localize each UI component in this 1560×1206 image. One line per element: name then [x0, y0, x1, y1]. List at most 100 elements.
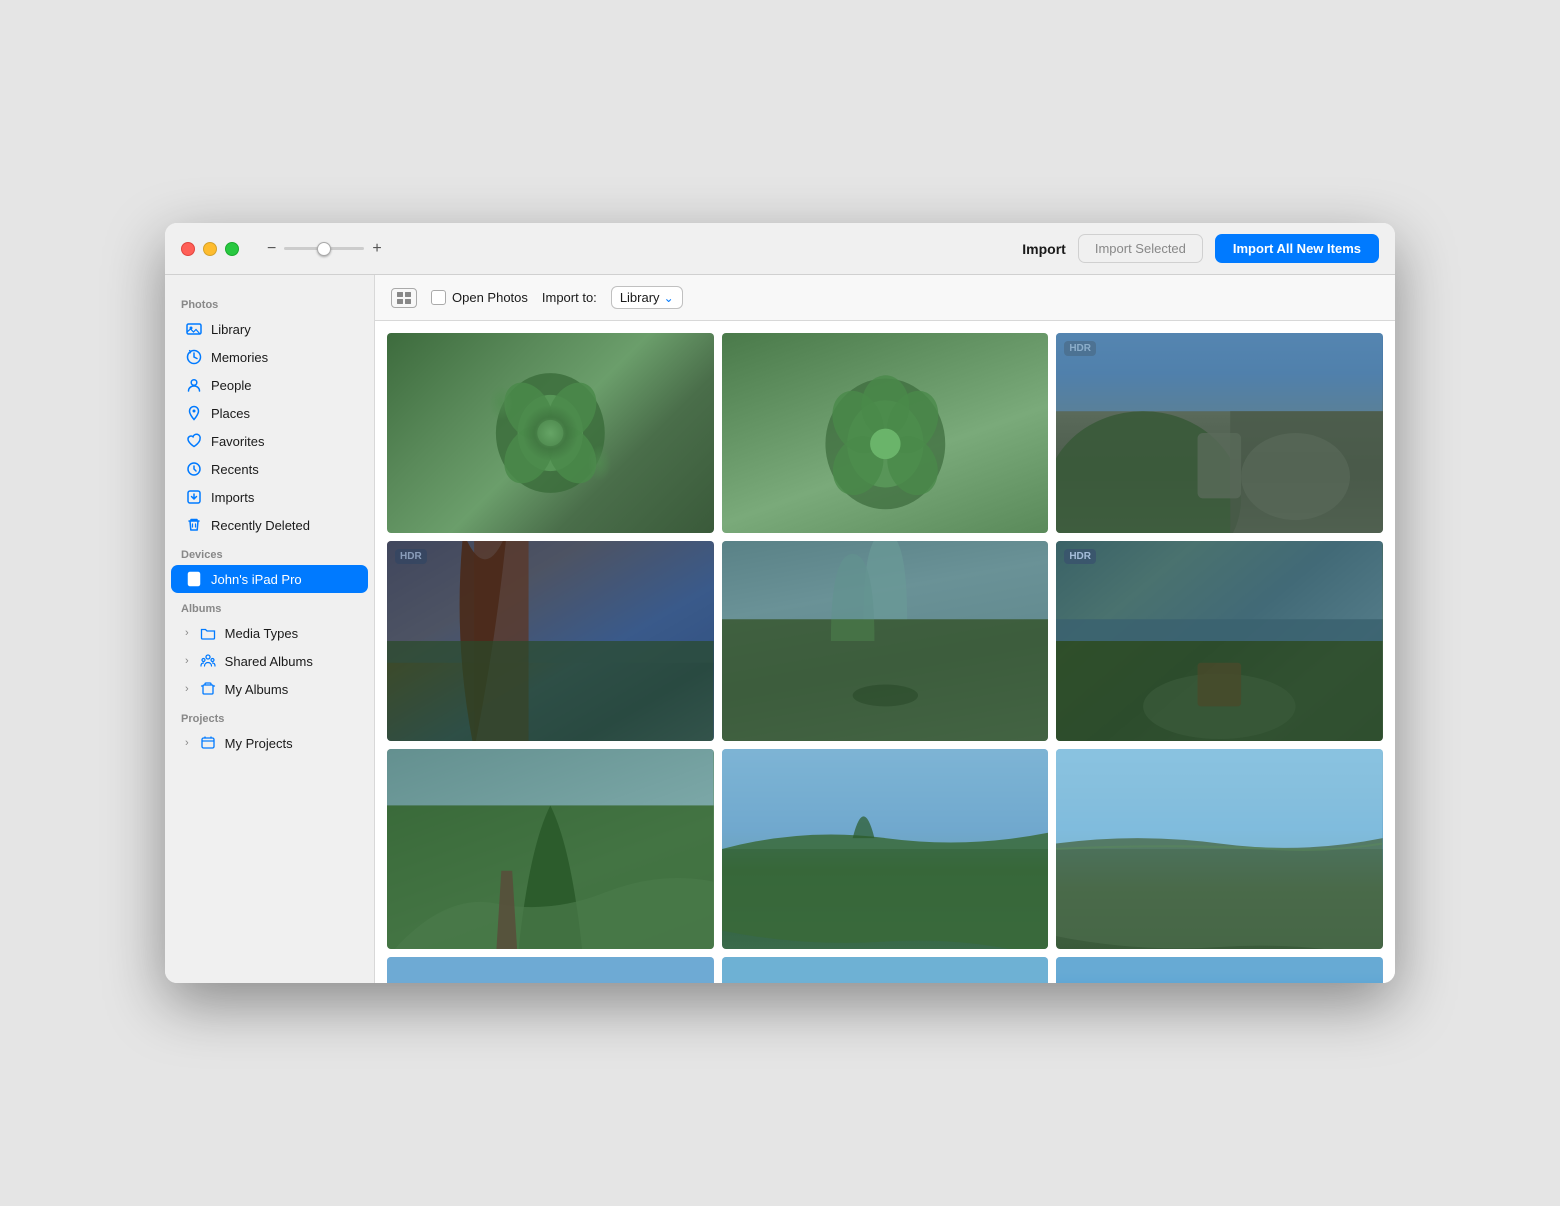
import-all-button[interactable]: Import All New Items	[1215, 234, 1379, 263]
library-select[interactable]: Library ⌄	[611, 286, 683, 309]
sidebar: Photos Library	[165, 275, 375, 983]
memories-icon	[185, 348, 203, 366]
hdr-badge-3: HDR	[1064, 341, 1096, 356]
projects-icon	[199, 734, 217, 752]
section-label-photos: Photos	[165, 289, 374, 315]
open-photos-checkbox[interactable]	[431, 290, 446, 305]
photo-cell-2[interactable]	[722, 333, 1049, 533]
sidebar-label-places: Places	[211, 406, 250, 421]
chevron-down-icon: ⌄	[664, 291, 674, 305]
close-button[interactable]	[181, 242, 195, 256]
sidebar-item-memories[interactable]: Memories	[171, 343, 368, 371]
main-content: Photos Library	[165, 275, 1395, 983]
photo-cell-6[interactable]: HDR	[1056, 541, 1383, 741]
sidebar-section-albums: Albums › Media Types ›	[165, 593, 374, 703]
sidebar-item-places[interactable]: Places	[171, 399, 368, 427]
sidebar-item-imports[interactable]: Imports	[171, 483, 368, 511]
sidebar-item-library[interactable]: Library	[171, 315, 368, 343]
sidebar-item-ipad-pro[interactable]: John's iPad Pro	[171, 565, 368, 593]
photo-cell-5[interactable]	[722, 541, 1049, 741]
sidebar-item-my-albums[interactable]: › My Albums	[171, 675, 368, 703]
sidebar-label-shared-albums: Shared Albums	[225, 654, 313, 669]
open-photos-label: Open Photos	[452, 290, 528, 305]
photo-cell-12[interactable]	[1056, 957, 1383, 983]
sidebar-label-recents: Recents	[211, 462, 259, 477]
sidebar-label-memories: Memories	[211, 350, 268, 365]
photo-overlay-11	[722, 957, 1049, 983]
import-selected-button[interactable]: Import Selected	[1078, 234, 1203, 263]
photo-overlay-10	[387, 957, 714, 983]
photo-overlay-7	[387, 749, 714, 949]
photo-overlay-9	[1056, 749, 1383, 949]
photo-cell-8[interactable]	[722, 749, 1049, 949]
library-icon	[185, 320, 203, 338]
main-window: − + Import Import Selected Import All Ne…	[165, 223, 1395, 983]
sidebar-label-ipad-pro: John's iPad Pro	[211, 572, 302, 587]
sidebar-item-favorites[interactable]: Favorites	[171, 427, 368, 455]
expand-icon: ›	[185, 627, 189, 639]
photo-overlay-12	[1056, 957, 1383, 983]
photo-overlay-5	[722, 541, 1049, 741]
sidebar-item-shared-albums[interactable]: › Shared Albums	[171, 647, 368, 675]
photo-cell-4[interactable]: HDR	[387, 541, 714, 741]
recents-icon	[185, 460, 203, 478]
sidebar-label-recently-deleted: Recently Deleted	[211, 518, 310, 533]
photo-overlay-8	[722, 749, 1049, 949]
grid-view-button[interactable]	[391, 288, 417, 308]
titlebar: − + Import Import Selected Import All Ne…	[165, 223, 1395, 275]
hdr-badge-4: HDR	[395, 549, 427, 564]
shared-icon	[199, 652, 217, 670]
sidebar-label-imports: Imports	[211, 490, 254, 505]
albums-icon	[199, 680, 217, 698]
photo-overlay-2	[722, 333, 1049, 533]
favorites-icon	[185, 432, 203, 450]
photo-overlay-1	[387, 333, 714, 533]
sidebar-item-people[interactable]: People	[171, 371, 368, 399]
places-icon	[185, 404, 203, 422]
photo-cell-9[interactable]	[1056, 749, 1383, 949]
minimize-button[interactable]	[203, 242, 217, 256]
sidebar-label-my-albums: My Albums	[225, 682, 289, 697]
sidebar-item-recents[interactable]: Recents	[171, 455, 368, 483]
sidebar-item-media-types[interactable]: › Media Types	[171, 619, 368, 647]
library-select-text: Library	[620, 290, 660, 305]
photo-cell-11[interactable]	[722, 957, 1049, 983]
hdr-badge-6: HDR	[1064, 549, 1096, 564]
section-label-projects: Projects	[165, 703, 374, 729]
expand-icon-3: ›	[185, 683, 189, 695]
sidebar-label-media-types: Media Types	[225, 626, 298, 641]
open-photos-option: Open Photos	[431, 290, 528, 305]
section-label-devices: Devices	[165, 539, 374, 565]
traffic-lights	[181, 242, 239, 256]
sidebar-label-people: People	[211, 378, 251, 393]
photo-overlay-3	[1056, 333, 1383, 533]
recently-deleted-icon	[185, 516, 203, 534]
sidebar-item-recently-deleted[interactable]: Recently Deleted	[171, 511, 368, 539]
photo-overlay-4	[387, 541, 714, 741]
sidebar-label-my-projects: My Projects	[225, 736, 293, 751]
content-area: Open Photos Import to: Library ⌄	[375, 275, 1395, 983]
content-toolbar: Open Photos Import to: Library ⌄	[375, 275, 1395, 321]
maximize-button[interactable]	[225, 242, 239, 256]
photo-overlay-6	[1056, 541, 1383, 741]
imports-icon	[185, 488, 203, 506]
zoom-in-button[interactable]: +	[372, 241, 381, 257]
people-icon	[185, 376, 203, 394]
photo-cell-1[interactable]	[387, 333, 714, 533]
import-label: Import	[1022, 241, 1066, 257]
sidebar-label-favorites: Favorites	[211, 434, 264, 449]
folder-icon	[199, 624, 217, 642]
photo-grid: HDR HDR	[375, 321, 1395, 983]
zoom-out-button[interactable]: −	[267, 241, 276, 257]
photo-cell-10[interactable]	[387, 957, 714, 983]
sidebar-item-my-projects[interactable]: › My Projects	[171, 729, 368, 757]
sidebar-label-library: Library	[211, 322, 251, 337]
ipad-icon	[185, 570, 203, 588]
zoom-slider[interactable]	[284, 247, 364, 250]
grid-container: HDR HDR	[387, 333, 1383, 983]
expand-icon-2: ›	[185, 655, 189, 667]
import-to-label: Import to:	[542, 290, 597, 305]
sidebar-section-projects: Projects › My Projects	[165, 703, 374, 757]
photo-cell-3[interactable]: HDR	[1056, 333, 1383, 533]
photo-cell-7[interactable]	[387, 749, 714, 949]
